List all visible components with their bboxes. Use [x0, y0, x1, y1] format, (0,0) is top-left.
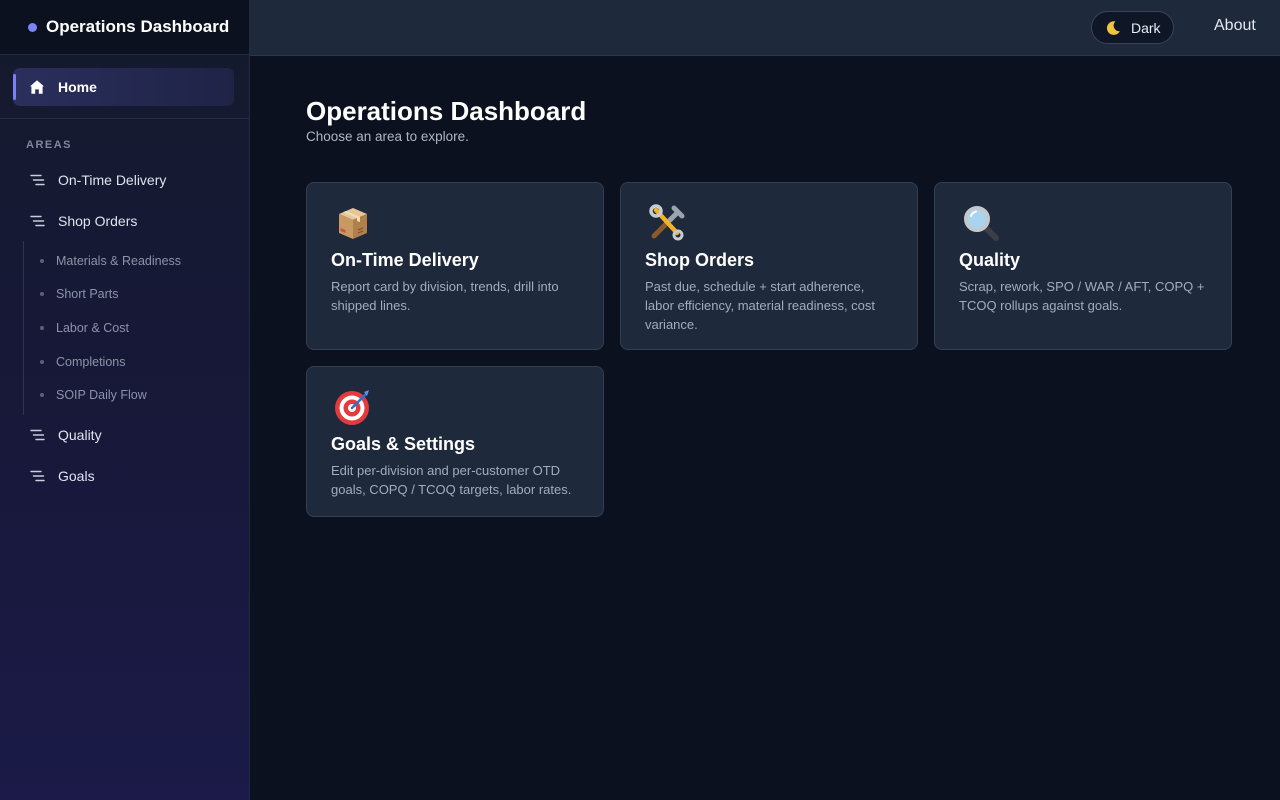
sidebar-subitem-soip-daily-flow[interactable]: SOIP Daily Flow [24, 378, 249, 412]
sidebar-item-on-time-delivery[interactable]: On-Time Delivery [0, 159, 249, 200]
bullet-icon [40, 292, 44, 297]
card-title: On-Time Delivery [331, 250, 479, 270]
card-on-time-delivery[interactable]: On-Time Delivery Report card by division… [306, 182, 604, 350]
sidebar-subitem-label: Labor & Cost [56, 320, 129, 335]
card-quality[interactable]: Quality Scrap, rework, SPO / WAR / AFT, … [934, 182, 1232, 350]
sidebar-item-label: Home [58, 79, 97, 95]
home-wrap: Home [0, 55, 249, 119]
list-icon [30, 470, 46, 482]
home-icon [29, 79, 46, 96]
card-description: Scrap, rework, SPO / WAR / AFT, COPQ + T… [959, 279, 1205, 313]
top-bar: Dark About [250, 0, 1280, 56]
main-content: Operations Dashboard Choose an area to e… [306, 96, 1232, 517]
card-description: Past due, schedule + start adherence, la… [645, 279, 876, 332]
magnifier-icon [961, 203, 1001, 243]
theme-toggle-button[interactable]: Dark [1091, 11, 1174, 44]
card-shop-orders[interactable]: Shop Orders Past due, schedule + start a… [620, 182, 918, 350]
brand-dot-icon [28, 22, 37, 32]
page-subtitle: Choose an area to explore. [306, 129, 469, 144]
sidebar-subitem-label: SOIP Daily Flow [56, 388, 147, 403]
sidebar: Operations Dashboard Home AREAS On-Time … [0, 0, 250, 800]
card-description: Edit per-division and per-customer OTD g… [331, 463, 572, 497]
sidebar-item-home[interactable]: Home [13, 68, 234, 106]
sidebar-subitem-short-parts[interactable]: Short Parts [24, 278, 249, 312]
bullet-icon [40, 258, 44, 263]
package-icon [333, 203, 373, 243]
shop-orders-submenu: Materials & Readiness Short Parts Labor … [23, 241, 249, 415]
theme-toggle-label: Dark [1131, 19, 1161, 36]
card-goals-settings[interactable]: Goals & Settings Edit per-division and p… [306, 366, 604, 517]
sidebar-subitem-label: Short Parts [56, 287, 119, 302]
target-icon [333, 387, 373, 427]
about-link[interactable]: About [1214, 17, 1256, 35]
sidebar-item-label: Goals [58, 468, 95, 485]
moon-icon [1105, 20, 1121, 36]
bullet-icon [40, 359, 44, 364]
sidebar-item-label: Quality [58, 427, 102, 444]
sidebar-subitem-materials-readiness[interactable]: Materials & Readiness [24, 244, 249, 278]
tools-icon [647, 203, 687, 243]
list-icon [30, 215, 46, 227]
card-title: Shop Orders [645, 250, 755, 270]
sidebar-subitem-labor-cost[interactable]: Labor & Cost [24, 311, 249, 345]
sidebar-item-label: On-Time Delivery [58, 171, 167, 188]
sidebar-item-quality[interactable]: Quality [0, 415, 249, 456]
area-cards-grid: On-Time Delivery Report card by division… [306, 182, 1232, 517]
sidebar-subitem-label: Completions [56, 354, 126, 369]
page-title: Operations Dashboard [306, 96, 587, 126]
bullet-icon [40, 325, 44, 330]
card-title: Goals & Settings [331, 434, 476, 454]
bullet-icon [40, 393, 44, 398]
list-icon [30, 429, 46, 441]
sidebar-item-goals[interactable]: Goals [0, 456, 249, 497]
sidebar-item-shop-orders[interactable]: Shop Orders [0, 200, 249, 241]
section-label-areas: AREAS [26, 139, 73, 151]
brand[interactable]: Operations Dashboard [0, 0, 249, 55]
card-title: Quality [959, 250, 1021, 270]
sidebar-subitem-completions[interactable]: Completions [24, 345, 249, 379]
card-description: Report card by division, trends, drill i… [331, 279, 559, 313]
sidebar-item-label: Shop Orders [58, 212, 138, 229]
sidebar-subitem-label: Materials & Readiness [56, 253, 182, 268]
list-icon [30, 174, 46, 186]
brand-title: Operations Dashboard [46, 17, 230, 36]
